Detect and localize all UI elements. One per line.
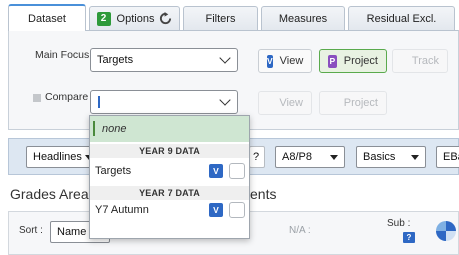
section-title-tail: ents: [250, 186, 277, 202]
tab-bar: Dataset 2 Options Filters Measures Resid…: [0, 0, 459, 31]
tab-residual-excl[interactable]: Residual Excl.: [348, 6, 455, 30]
project-button[interactable]: P Project: [319, 49, 387, 73]
tab-dataset[interactable]: Dataset: [8, 4, 86, 31]
text-caret: [98, 96, 100, 108]
chevron-down-icon: [219, 52, 231, 64]
headlines-value: Headlines: [33, 151, 82, 163]
dropdown-option-none-label: none: [102, 123, 127, 135]
compare-view-label: View: [279, 97, 303, 109]
compare-view-button[interactable]: View: [258, 91, 312, 115]
a8p8-value: A8/P8: [282, 151, 312, 163]
tab-options[interactable]: 2 Options: [89, 6, 180, 30]
tab-filters-label: Filters: [205, 12, 236, 25]
a8p8-select[interactable]: A8/P8: [275, 146, 345, 168]
dropdown-option-label: Y7 Autumn: [95, 204, 149, 216]
help-button[interactable]: ?: [249, 146, 265, 168]
ebacc-value: EBa: [443, 151, 459, 163]
triangle-down-icon: [330, 155, 338, 160]
tab-filters[interactable]: Filters: [183, 6, 258, 30]
view-button[interactable]: V View: [258, 49, 312, 73]
basics-select[interactable]: Basics: [356, 146, 426, 168]
dropdown-option-targets[interactable]: Targets V: [90, 159, 249, 184]
section-title: Grades Area: [10, 186, 89, 202]
main-focus-select[interactable]: Targets: [90, 48, 238, 72]
sort-label: Sort :: [19, 225, 43, 236]
tab-measures[interactable]: Measures: [261, 6, 345, 30]
options-count-badge: 2: [96, 11, 111, 26]
na-label: N/A :: [289, 225, 311, 236]
compare-select[interactable]: [90, 90, 238, 114]
compare-label: Compare: [45, 91, 89, 103]
basics-value: Basics: [363, 151, 396, 163]
sub-help-button[interactable]: ?: [403, 232, 415, 243]
view-icon: V: [267, 54, 273, 68]
compare-checkbox[interactable]: [33, 94, 41, 102]
triangle-down-icon: [411, 155, 419, 160]
track-button[interactable]: Track: [392, 49, 448, 73]
tab-dataset-label: Dataset: [28, 12, 66, 25]
main-focus-label: Main Focus: [35, 49, 90, 61]
sort-value: Name: [57, 226, 87, 238]
refresh-icon[interactable]: [159, 12, 172, 25]
view-button-label: View: [279, 55, 304, 67]
dropdown-option-none[interactable]: none: [90, 116, 249, 142]
tab-measures-label: Measures: [278, 12, 328, 25]
ebacc-select[interactable]: EBa: [436, 146, 459, 168]
compare-dropdown-list: none YEAR 9 DATA Targets V YEAR 7 DATA Y…: [89, 115, 250, 239]
tab-residual-excl-label: Residual Excl.: [366, 12, 437, 25]
section-title-text: Grades Area: [10, 186, 89, 202]
tab-options-label: Options: [116, 12, 155, 25]
dropdown-option-label: Targets: [95, 165, 132, 177]
view-icon[interactable]: V: [209, 203, 223, 217]
main-focus-value: Targets: [97, 54, 134, 66]
option-checkbox[interactable]: [229, 163, 245, 179]
view-icon[interactable]: V: [209, 164, 223, 178]
compare-project-label: Project: [343, 97, 378, 109]
option-checkbox[interactable]: [229, 202, 245, 218]
track-button-label: Track: [411, 55, 439, 67]
chevron-down-icon: [219, 94, 231, 106]
dropdown-option-y7-autumn[interactable]: Y7 Autumn V: [90, 198, 249, 223]
dropdown-group-header: YEAR 9 DATA: [90, 144, 249, 158]
sub-label: Sub :: [387, 218, 411, 229]
pie-chart-icon[interactable]: [435, 220, 457, 242]
compare-project-button[interactable]: Project: [319, 91, 387, 115]
project-button-label: Project: [343, 55, 378, 67]
project-icon: P: [328, 54, 337, 68]
